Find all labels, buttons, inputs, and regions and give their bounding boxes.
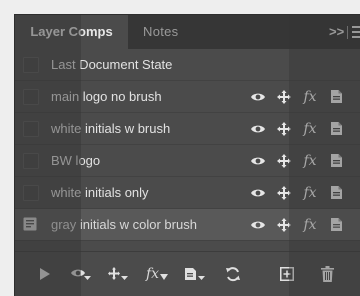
list-item-last-document-state[interactable]: Last Document State xyxy=(15,49,360,81)
tab-notes[interactable]: Notes xyxy=(143,15,178,49)
list-item-comp[interactable]: main logo no brush fx xyxy=(15,81,360,113)
apply-comp-checkbox[interactable] xyxy=(23,153,39,169)
eye-icon[interactable] xyxy=(249,209,267,240)
comp-name: main logo no brush xyxy=(51,89,162,104)
fx-label: fx xyxy=(145,266,160,282)
eye-icon[interactable] xyxy=(249,81,267,112)
divider xyxy=(347,26,348,39)
list-item-comp[interactable]: white initials w brush fx xyxy=(15,113,360,145)
active-comp-indicator-icon[interactable] xyxy=(23,217,37,231)
apply-appearance-fx-icon[interactable]: fx xyxy=(145,262,169,286)
new-comp-icon[interactable] xyxy=(277,262,297,286)
comp-name: white initials only xyxy=(51,185,149,200)
apply-comp-checkbox[interactable] xyxy=(23,121,39,137)
apply-comp-checkbox[interactable] xyxy=(23,185,39,201)
fx-icon[interactable]: fx xyxy=(301,113,319,144)
move-arrows-icon[interactable] xyxy=(275,177,293,208)
eye-icon[interactable] xyxy=(249,177,267,208)
page-icon[interactable] xyxy=(329,209,343,240)
page-icon[interactable] xyxy=(329,81,343,112)
eye-icon[interactable] xyxy=(249,145,267,176)
collapse-chevron-icon[interactable]: >> xyxy=(329,15,344,49)
comp-name: gray initials w color brush xyxy=(51,217,197,232)
tab-layer-comps[interactable]: Layer Comps xyxy=(15,15,128,49)
move-arrows-icon[interactable] xyxy=(275,209,293,240)
list-item-comp-selected[interactable]: gray initials w color brush fx xyxy=(15,209,360,241)
apply-visibility-icon[interactable] xyxy=(69,262,93,286)
panel-menu[interactable]: >> xyxy=(321,15,360,49)
page-icon[interactable] xyxy=(329,145,343,176)
layer-comps-panel: Layer Comps Notes >> Last Document State… xyxy=(14,14,360,296)
update-icon[interactable] xyxy=(223,262,243,286)
list-item-comp[interactable]: white initials only fx xyxy=(15,177,360,209)
layer-comps-toolbar: fx xyxy=(15,251,360,296)
move-arrows-icon[interactable] xyxy=(275,145,293,176)
comp-name: Last Document State xyxy=(51,57,173,72)
page-icon[interactable] xyxy=(329,113,343,144)
list-item-comp[interactable]: BW logo fx xyxy=(15,145,360,177)
panel-tab-bar: Layer Comps Notes >> xyxy=(15,15,360,49)
play-icon[interactable] xyxy=(37,262,53,286)
eye-icon[interactable] xyxy=(249,113,267,144)
apply-smart-object-icon[interactable] xyxy=(183,262,207,286)
apply-comp-checkbox[interactable] xyxy=(23,57,39,73)
comp-name: BW logo xyxy=(51,153,101,168)
fx-icon[interactable]: fx xyxy=(301,177,319,208)
trash-icon[interactable] xyxy=(317,262,337,286)
apply-position-icon[interactable] xyxy=(106,262,130,286)
fx-icon[interactable]: fx xyxy=(301,209,319,240)
hamburger-menu-icon[interactable] xyxy=(352,26,360,38)
fx-icon[interactable]: fx xyxy=(301,81,319,112)
comp-name: white initials w brush xyxy=(51,121,171,136)
fx-icon[interactable]: fx xyxy=(301,145,319,176)
apply-comp-checkbox[interactable] xyxy=(23,89,39,105)
move-arrows-icon[interactable] xyxy=(275,81,293,112)
page-icon[interactable] xyxy=(329,177,343,208)
move-arrows-icon[interactable] xyxy=(275,113,293,144)
comps-list: Last Document State main logo no brush f… xyxy=(15,49,360,241)
